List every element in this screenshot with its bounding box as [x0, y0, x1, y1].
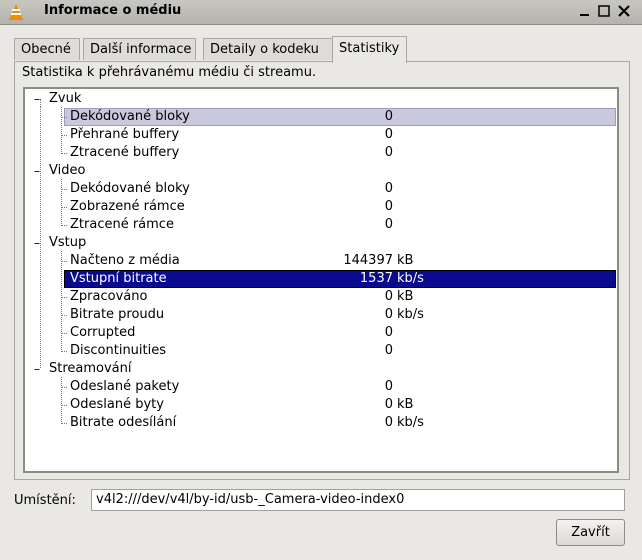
collapse-icon[interactable]: –	[34, 162, 40, 180]
tree-item[interactable]: Odeslané byty 0 kB	[25, 396, 617, 414]
close-icon[interactable]	[617, 4, 631, 18]
location-field[interactable]: v4l2:///dev/v4l/by-id/usb-_Camera-video-…	[91, 489, 625, 511]
tree-item[interactable]: Ztracené buffery 0	[25, 144, 617, 162]
minimize-icon[interactable]	[578, 4, 592, 18]
collapse-icon[interactable]: –	[34, 360, 40, 378]
tree-item[interactable]: Odeslané pakety 0	[25, 378, 617, 396]
title-bar[interactable]: Informace o médiu	[0, 0, 642, 25]
tab-general[interactable]: Obecné	[14, 38, 80, 60]
tab-statistics[interactable]: Statistiky	[332, 36, 407, 63]
tree-group-streaming[interactable]: – Streamování	[25, 360, 617, 378]
tree-item[interactable]: Corrupted 0	[25, 324, 617, 342]
tree-item[interactable]: Načteno z média 144397 kB	[25, 252, 617, 270]
window-title: Informace o médiu	[44, 3, 182, 18]
vlc-cone-icon	[9, 4, 23, 20]
tree-group-input[interactable]: – Vstup	[25, 234, 617, 252]
maximize-icon[interactable]	[597, 4, 611, 18]
location-label: Umístění:	[14, 493, 76, 508]
collapse-icon[interactable]: –	[34, 90, 40, 108]
tree-item-selected[interactable]: Vstupní bitrate 1537 kb/s	[25, 270, 617, 288]
collapse-icon[interactable]: –	[34, 234, 40, 252]
tree-item[interactable]: Zobrazené rámce 0	[25, 198, 617, 216]
tab-codec-details[interactable]: Detaily o kodeku	[203, 38, 339, 60]
tree-group-video[interactable]: – Video	[25, 162, 617, 180]
close-button[interactable]: Zavřít	[556, 519, 625, 546]
tree-item[interactable]: Dekódované bloky 0	[25, 108, 617, 126]
statistics-tree[interactable]: – Zvuk Dekódované bloky 0 Přehrané buffe…	[23, 87, 619, 473]
tree-group-audio[interactable]: – Zvuk	[25, 90, 617, 108]
description-text: Statistika k přehrávanému médiu či strea…	[22, 65, 317, 80]
tree-item[interactable]: Bitrate odesílání 0 kb/s	[25, 414, 617, 432]
tree-item[interactable]: Bitrate proudu 0 kb/s	[25, 306, 617, 324]
tree-item[interactable]: Discontinuities 0	[25, 342, 617, 360]
tree-item[interactable]: Dekódované bloky 0	[25, 180, 617, 198]
tree-item[interactable]: Přehrané buffery 0	[25, 126, 617, 144]
tree-item[interactable]: Ztracené rámce 0	[25, 216, 617, 234]
tree-item[interactable]: Zpracováno 0 kB	[25, 288, 617, 306]
tab-more-info[interactable]: Další informace	[83, 38, 196, 60]
